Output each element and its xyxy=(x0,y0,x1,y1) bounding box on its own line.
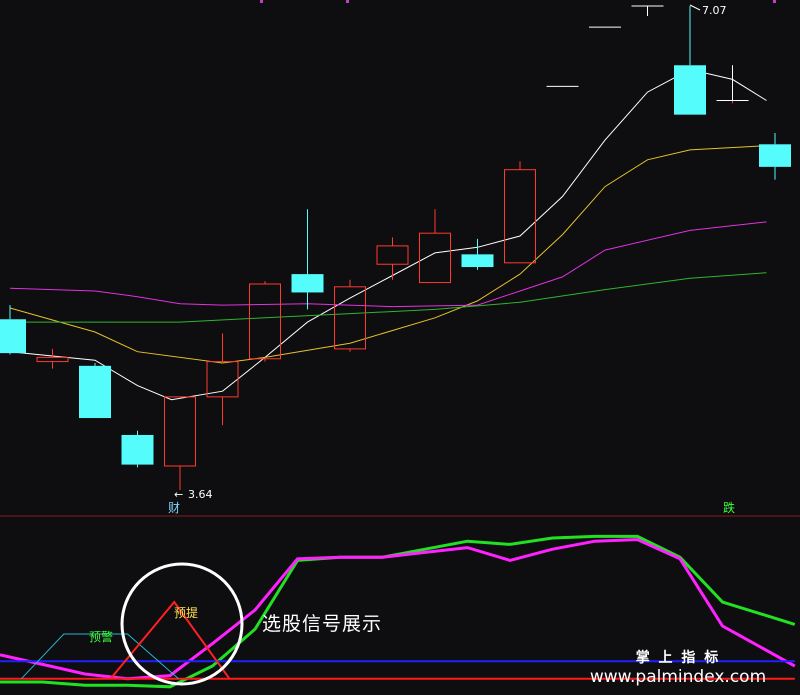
candle xyxy=(164,396,196,490)
candle-body xyxy=(36,356,69,363)
high-price-label: 7.07 xyxy=(702,4,727,17)
watermark-title: 掌 上 指 标 xyxy=(635,650,721,666)
low-price-arrow: ← xyxy=(174,488,183,501)
ma-line-ma4 xyxy=(10,272,767,323)
low-price-annotation: ← 3.64 xyxy=(174,488,213,501)
signal-char-die: 跌 xyxy=(723,500,735,515)
candle-body xyxy=(504,169,536,264)
candle xyxy=(249,281,281,362)
kline-chart: 7.07 ← 3.64 财 跌 预警 预提 xyxy=(0,0,800,689)
ma-line-ma1 xyxy=(9,68,767,401)
candle xyxy=(461,238,494,270)
moving-average-lines xyxy=(9,68,767,401)
candle xyxy=(674,6,706,115)
candle xyxy=(334,279,366,352)
candle-body xyxy=(759,144,791,167)
candle-body xyxy=(376,245,409,265)
candle-body xyxy=(291,274,324,293)
candle xyxy=(36,348,69,369)
candle xyxy=(504,161,536,264)
watermark-url: www.palmindex.com xyxy=(589,667,767,687)
candle xyxy=(419,209,451,284)
candle-body xyxy=(674,65,706,115)
candle xyxy=(759,132,791,180)
candle-body xyxy=(79,365,111,419)
candle xyxy=(79,363,111,419)
warning-signal-label: 预警 xyxy=(89,629,113,644)
top-marker xyxy=(773,0,776,3)
high-price-annotation: 7.07 xyxy=(689,4,727,17)
candle-body xyxy=(249,283,281,360)
top-edge-markers xyxy=(260,0,776,3)
watermark: 掌 上 指 标 www.palmindex.com xyxy=(570,647,786,687)
top-marker xyxy=(346,0,349,3)
candle xyxy=(0,305,26,355)
low-price-label: 3.64 xyxy=(188,488,213,501)
candle-body xyxy=(419,232,451,284)
candle-body xyxy=(164,396,196,467)
caption-text: 选股信号展示 xyxy=(262,613,383,635)
signal-char-cai: 财 xyxy=(168,501,180,515)
candle xyxy=(121,430,154,468)
candle xyxy=(631,5,664,16)
candle xyxy=(376,237,409,280)
candle xyxy=(206,333,239,426)
ma-line-ma2 xyxy=(9,145,767,364)
candle-body xyxy=(121,434,154,465)
candle-body xyxy=(461,254,494,268)
pre-signal-label: 预提 xyxy=(174,605,198,620)
candle-body xyxy=(0,319,26,354)
candle xyxy=(291,209,324,310)
top-marker xyxy=(260,0,263,3)
